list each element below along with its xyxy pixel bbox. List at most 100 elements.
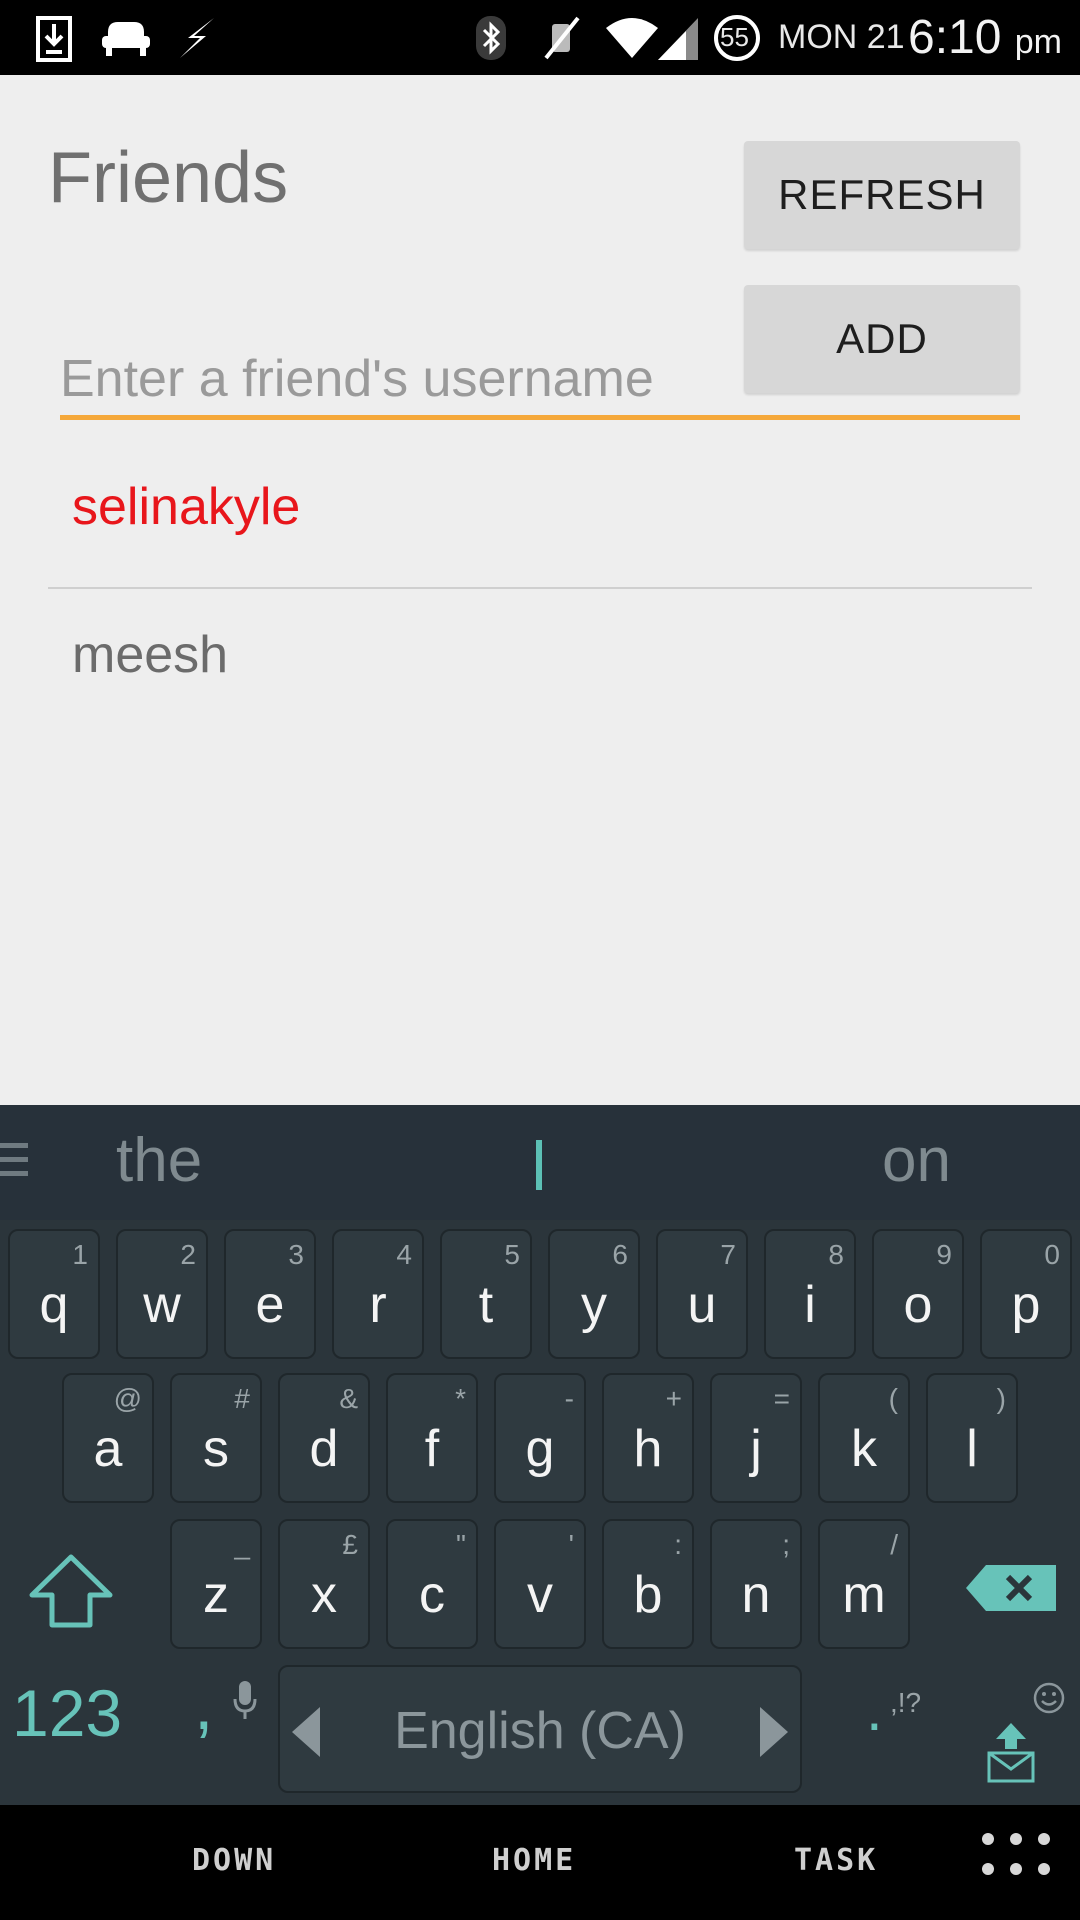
- friend-list-item[interactable]: meesh: [48, 589, 1032, 735]
- key-label: d: [309, 1420, 339, 1478]
- key-f[interactable]: * f: [386, 1373, 478, 1503]
- period-key[interactable]: .: [866, 1675, 883, 1744]
- key-label: o: [903, 1276, 933, 1334]
- menu-icon[interactable]: [0, 1143, 28, 1185]
- key-hint: &: [339, 1383, 358, 1414]
- key-d[interactable]: & d: [278, 1373, 370, 1503]
- key-i[interactable]: 8i: [764, 1229, 856, 1359]
- key-v[interactable]: ' v: [494, 1519, 586, 1649]
- suggestion-left[interactable]: the: [116, 1125, 202, 1196]
- key-label: h: [633, 1420, 663, 1478]
- numbers-key[interactable]: 123: [12, 1675, 122, 1751]
- space-key[interactable]: English (CA): [278, 1665, 802, 1793]
- key-label: q: [39, 1276, 69, 1334]
- friend-name: meesh: [72, 626, 229, 684]
- arrow-right-icon[interactable]: [758, 1705, 790, 1759]
- key-t[interactable]: 5t: [440, 1229, 532, 1359]
- lightning-icon: [180, 18, 214, 58]
- key-label: p: [1011, 1276, 1041, 1334]
- key-r[interactable]: 4r: [332, 1229, 424, 1359]
- suggestion-right[interactable]: on: [882, 1125, 951, 1196]
- key-g[interactable]: -g: [494, 1373, 586, 1503]
- friend-name: selinakyle: [72, 478, 301, 536]
- key-e[interactable]: 3e: [224, 1229, 316, 1359]
- key-label: y: [581, 1276, 607, 1334]
- couch-icon: [102, 22, 150, 56]
- key-hint: +: [665, 1383, 682, 1414]
- key-hint: 7: [720, 1239, 736, 1270]
- more-icon[interactable]: [982, 1833, 1062, 1893]
- key-hint: #: [234, 1383, 250, 1414]
- key-o[interactable]: 9o: [872, 1229, 964, 1359]
- key-y[interactable]: 6y: [548, 1229, 640, 1359]
- key-u[interactable]: 7u: [656, 1229, 748, 1359]
- backspace-icon[interactable]: [964, 1563, 1058, 1613]
- key-j[interactable]: = j: [710, 1373, 802, 1503]
- nav-home-button[interactable]: HOME: [492, 1843, 576, 1878]
- key-q[interactable]: 1q: [8, 1229, 100, 1359]
- key-label: z: [203, 1566, 229, 1624]
- smiley-icon[interactable]: [1032, 1681, 1066, 1715]
- key-hint: 9: [936, 1239, 952, 1270]
- key-c[interactable]: " c: [386, 1519, 478, 1649]
- key-label: v: [527, 1566, 553, 1624]
- key-hint: ): [996, 1383, 1006, 1414]
- key-hint: 0: [1044, 1239, 1060, 1270]
- key-label: w: [143, 1276, 181, 1334]
- status-date: MON 21: [778, 18, 905, 56]
- key-label: g: [525, 1420, 555, 1478]
- navigation-bar: DOWN HOME TASK: [0, 1805, 1080, 1920]
- key-hint: 1: [72, 1239, 88, 1270]
- key-hint: 2: [180, 1239, 196, 1270]
- key-label: r: [369, 1276, 387, 1334]
- key-s[interactable]: # s: [170, 1373, 262, 1503]
- soft-keyboard: the on 1q2w3e4r5t6y7u8i9o0p @ a # s & d * f - g + h…: [0, 1105, 1080, 1805]
- key-hint: 5: [504, 1239, 520, 1270]
- bluetooth-icon: [476, 16, 506, 60]
- key-b[interactable]: :b: [602, 1519, 694, 1649]
- key-w[interactable]: 2w: [116, 1229, 208, 1359]
- key-hint: 8: [828, 1239, 844, 1270]
- key-label: n: [741, 1566, 771, 1624]
- key-z[interactable]: _ z: [170, 1519, 262, 1649]
- mic-icon: [233, 1681, 257, 1719]
- key-hint: ;: [782, 1529, 790, 1560]
- refresh-button[interactable]: REFRESH: [744, 141, 1020, 249]
- key-hint: ": [456, 1529, 466, 1560]
- friends-screen: Friends REFRESH ADD selinakyle meesh: [0, 75, 1080, 1105]
- key-hint: -: [564, 1383, 574, 1414]
- shift-icon[interactable]: [28, 1553, 114, 1629]
- key-l[interactable]: ) l: [926, 1373, 1018, 1503]
- username-input[interactable]: [60, 339, 1020, 419]
- language-label: English (CA): [394, 1702, 686, 1760]
- key-k[interactable]: (k: [818, 1373, 910, 1503]
- status-time-value: 6:10: [908, 11, 1002, 64]
- key-hint: _: [234, 1529, 250, 1560]
- status-time: 6:10 pm: [908, 10, 1062, 65]
- mute-icon: [544, 16, 580, 60]
- key-label: c: [419, 1566, 445, 1624]
- send-icon[interactable]: [986, 1721, 1036, 1785]
- key-p[interactable]: 0p: [980, 1229, 1072, 1359]
- key-n[interactable]: ; n: [710, 1519, 802, 1649]
- key-label: u: [687, 1276, 717, 1334]
- key-h[interactable]: + h: [602, 1373, 694, 1503]
- key-label: l: [966, 1420, 978, 1478]
- key-hint: 6: [612, 1239, 628, 1270]
- key-hint: @: [113, 1383, 142, 1414]
- key-label: b: [633, 1566, 663, 1624]
- key-hint: ': [568, 1529, 574, 1560]
- key-hint: 4: [396, 1239, 412, 1270]
- comma-key[interactable]: ,: [194, 1665, 213, 1745]
- nav-task-button[interactable]: TASK: [794, 1843, 878, 1878]
- page-title: Friends: [48, 138, 289, 218]
- key-x[interactable]: £ x: [278, 1519, 370, 1649]
- friend-list-item[interactable]: selinakyle: [48, 441, 1032, 587]
- key-m[interactable]: / m: [818, 1519, 910, 1649]
- key-label: s: [203, 1420, 229, 1478]
- nav-down-button[interactable]: DOWN: [192, 1843, 276, 1878]
- key-a[interactable]: @ a: [62, 1373, 154, 1503]
- key-hint: £: [342, 1529, 358, 1560]
- key-label: f: [424, 1420, 440, 1478]
- key-hint: :: [674, 1529, 682, 1560]
